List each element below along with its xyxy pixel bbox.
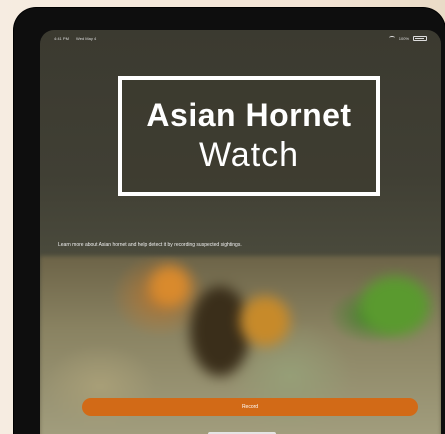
status-left: 4:41 PM Wed May 4 xyxy=(54,36,102,41)
leaf-blob xyxy=(360,276,430,336)
wifi-icon xyxy=(388,36,395,40)
battery-percent: 100% xyxy=(398,35,409,41)
tablet-device: 4:41 PM Wed May 4 100% Asian Hornet Watc… xyxy=(14,8,445,434)
hornet-body-blob xyxy=(190,286,250,376)
hornet-wing-blob xyxy=(240,296,290,346)
app-screen: 4:41 PM Wed May 4 100% Asian Hornet Watc… xyxy=(40,30,441,434)
status-bar: 4:41 PM Wed May 4 100% xyxy=(40,30,441,46)
status-date: Wed May 4 xyxy=(76,35,97,41)
hornet-head-blob xyxy=(150,266,190,306)
app-logo: Asian Hornet Watch xyxy=(118,76,380,196)
status-right: 100% xyxy=(388,35,427,41)
record-button[interactable]: Record xyxy=(82,398,418,416)
status-time: 4:41 PM xyxy=(54,35,69,41)
tagline-text: Learn more about Asian hornet and help d… xyxy=(58,242,242,248)
logo-title: Asian Hornet xyxy=(146,97,352,133)
logo-subtitle: Watch xyxy=(198,136,300,174)
battery-icon xyxy=(413,35,427,41)
